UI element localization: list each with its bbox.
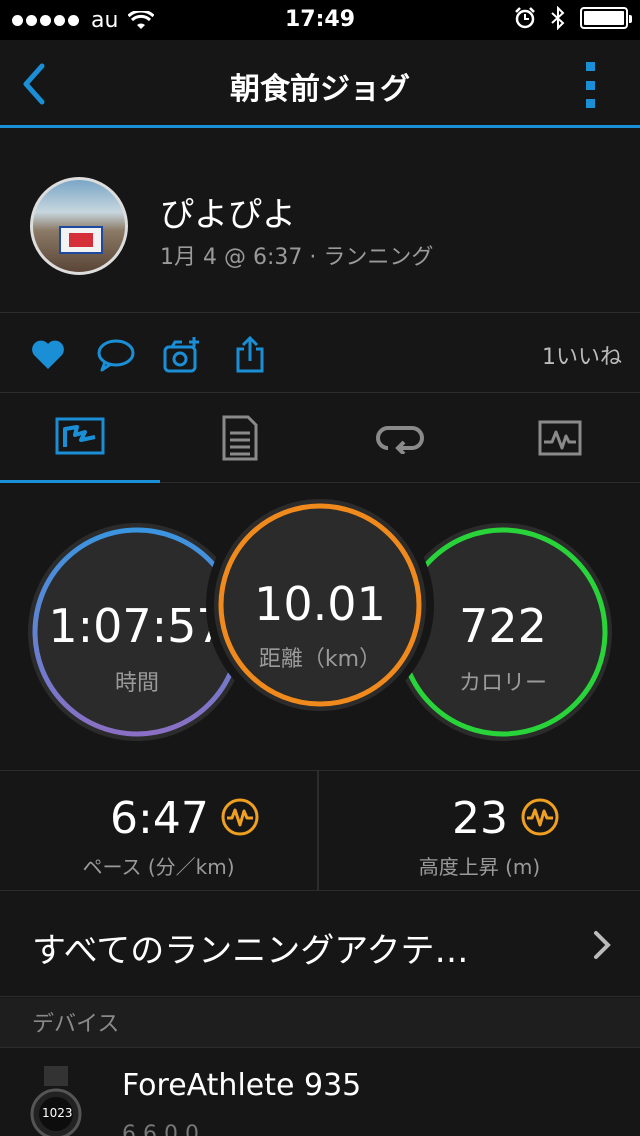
user-name[interactable]: ぴよぴよ: [160, 187, 296, 236]
bluetooth-icon: [551, 6, 565, 30]
share-icon[interactable]: [230, 335, 270, 375]
elevation-label: 高度上昇 (m): [418, 855, 541, 879]
distance-value: 10.01: [254, 577, 386, 631]
device-name: ForeAthlete 935: [122, 1068, 362, 1103]
overview-tab-icon: [55, 417, 105, 454]
device-version: 6.6.0.0: [122, 1122, 199, 1136]
summary-rings: 1:07:57 時間 722 カロリー 10.01 距離（km）: [0, 483, 640, 771]
charts-tab-icon: [538, 420, 582, 456]
chevron-right-icon: [594, 931, 611, 959]
laps-tab-icon: [376, 426, 424, 454]
activity-meta: 1月 4 @ 6:37 · ランニング: [160, 245, 434, 270]
page-title: 朝食前ジョグ: [230, 72, 410, 107]
elevation-stat[interactable]: 23 高度上昇 (m): [320, 771, 639, 891]
all-activities-label: すべてのランニングアクテ…: [32, 931, 469, 971]
avatar[interactable]: [30, 177, 128, 275]
activity-tabs: [0, 393, 640, 483]
tab-overview[interactable]: [0, 393, 160, 483]
battery-icon: [580, 7, 632, 29]
watch-face-time: 1023: [42, 1106, 73, 1120]
status-bar: au 17:49: [0, 0, 640, 40]
device-row[interactable]: 1023 ForeAthlete 935 6.6.0.0: [0, 1048, 640, 1136]
devices-header-label: デバイス: [32, 1012, 120, 1037]
likes-count[interactable]: 1いいね: [542, 339, 622, 371]
stats-row: 6:47 ペース (分／km) 23 高度上昇 (m): [0, 771, 640, 891]
alarm-icon: [515, 7, 535, 29]
tab-details[interactable]: [160, 393, 320, 483]
add-photo-icon[interactable]: [162, 335, 202, 375]
calories-value: 722: [459, 599, 547, 653]
watch-icon: [30, 1066, 82, 1136]
tab-charts[interactable]: [480, 393, 640, 483]
more-vertical-icon[interactable]: [586, 62, 596, 108]
calories-label: カロリー: [458, 671, 547, 696]
pulse-icon: [521, 798, 559, 836]
distance-ring: 10.01 距離（km）: [214, 499, 426, 711]
comment-icon[interactable]: [96, 335, 136, 375]
heart-icon[interactable]: [28, 335, 68, 375]
pulse-icon: [221, 798, 259, 836]
elevation-value: 23: [452, 793, 508, 844]
activity-header: ぴよぴよ 1月 4 @ 6:37 · ランニング: [0, 131, 640, 313]
social-actions: 1いいね: [0, 313, 640, 393]
devices-section-header: デバイス: [0, 998, 640, 1048]
all-activities-row[interactable]: すべてのランニングアクテ…: [0, 891, 640, 997]
pace-label: ペース (分／km): [82, 855, 235, 879]
nav-bar: 朝食前ジョグ: [0, 40, 640, 128]
calories-ring: 722 カロリー: [394, 523, 612, 741]
distance-label: 距離（km）: [258, 647, 382, 672]
pace-stat[interactable]: 6:47 ペース (分／km): [0, 771, 319, 891]
tab-laps[interactable]: [320, 393, 480, 483]
details-tab-icon: [222, 415, 258, 461]
pace-value: 6:47: [110, 793, 209, 844]
